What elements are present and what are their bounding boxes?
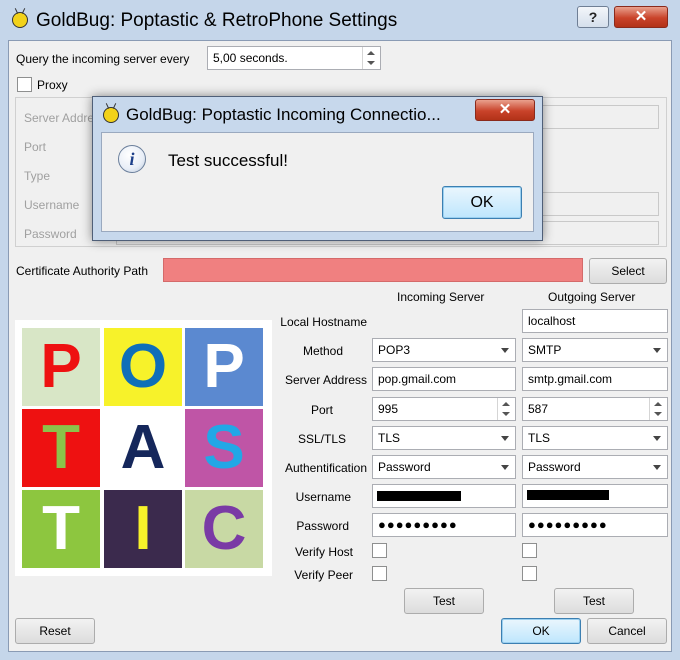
goldbug-app-icon — [103, 107, 119, 123]
test-result-dialog: GoldBug: Poptastic Incoming Connectio...… — [92, 96, 543, 241]
outgoing-verify-host-checkbox[interactable] — [522, 543, 537, 558]
logo-tile-1: P — [22, 328, 100, 406]
incoming-authentication-select[interactable]: Password — [372, 455, 516, 479]
incoming-server-address-field[interactable]: pop.gmail.com — [372, 367, 516, 391]
window-title: GoldBug: Poptastic & RetroPhone Settings — [36, 10, 398, 31]
outgoing-password-field[interactable]: ●●●●●●●●● — [522, 513, 668, 537]
logo-tile-2: O — [104, 328, 182, 406]
spin-down-icon[interactable] — [367, 61, 375, 65]
spin-up-icon[interactable] — [502, 402, 510, 406]
window-close-button[interactable]: ✕ — [614, 6, 668, 28]
incoming-test-button[interactable]: Test — [404, 588, 484, 614]
outgoing-port-value: 587 — [528, 402, 549, 416]
redacted-username — [377, 491, 461, 501]
ca-path-field[interactable] — [163, 258, 583, 282]
incoming-port-spinbox[interactable]: 995 — [372, 397, 516, 421]
proxy-username-label: Username — [24, 198, 80, 212]
cancel-button[interactable]: Cancel — [587, 618, 667, 644]
outgoing-authentication-value: Password — [528, 460, 581, 474]
chevron-down-icon — [653, 436, 661, 441]
chevron-down-icon — [501, 348, 509, 353]
incoming-server-header: Incoming Server — [397, 290, 485, 304]
logo-tile-6: S — [185, 409, 263, 487]
outgoing-port-spin-arrows[interactable] — [649, 398, 667, 420]
outgoing-method-select[interactable]: SMTP — [522, 338, 668, 362]
chevron-down-icon — [501, 465, 509, 470]
dialog-client-area: i Test successful! OK — [101, 132, 534, 232]
logo-tile-7: T — [22, 490, 100, 568]
proxy-port-label: Port — [24, 140, 47, 154]
outgoing-test-button[interactable]: Test — [554, 588, 634, 614]
incoming-username-field[interactable] — [372, 484, 516, 508]
poptastic-logo: POPTASTIC — [15, 320, 272, 576]
title-bar: GoldBug: Poptastic & RetroPhone Settings… — [0, 0, 680, 42]
incoming-method-value: POP3 — [378, 343, 411, 357]
outgoing-server-address-field[interactable]: smtp.gmail.com — [522, 367, 668, 391]
dialog-ok-button[interactable]: OK — [442, 186, 522, 219]
outgoing-username-field[interactable] — [522, 484, 668, 508]
dialog-close-button[interactable]: ✕ — [475, 99, 535, 121]
query-interval-label: Query the incoming server every — [16, 52, 190, 66]
incoming-authentication-value: Password — [378, 460, 431, 474]
outgoing-local-hostname-field[interactable]: localhost — [522, 309, 668, 333]
spin-down-icon[interactable] — [502, 412, 510, 416]
ca-select-button[interactable]: Select — [589, 258, 667, 284]
incoming-port-spin-arrows[interactable] — [497, 398, 515, 420]
logo-tile-3: P — [185, 328, 263, 406]
dialog-title: GoldBug: Poptastic Incoming Connectio... — [126, 105, 441, 124]
ca-path-label: Certificate Authority Path — [16, 264, 149, 278]
ok-button[interactable]: OK — [501, 618, 581, 644]
logo-tile-8: I — [104, 490, 182, 568]
outgoing-port-spinbox[interactable]: 587 — [522, 397, 668, 421]
incoming-port-value: 995 — [378, 402, 399, 416]
incoming-ssl-tls-select[interactable]: TLS — [372, 426, 516, 450]
incoming-method-select[interactable]: POP3 — [372, 338, 516, 362]
spin-down-icon[interactable] — [654, 412, 662, 416]
dialog-message: Test successful! — [168, 151, 288, 170]
proxy-checkbox[interactable] — [17, 77, 32, 92]
logo-tile-9: C — [185, 490, 263, 568]
incoming-ssl-tls-value: TLS — [378, 431, 401, 445]
chevron-down-icon — [501, 436, 509, 441]
logo-tile-5: A — [104, 409, 182, 487]
help-button[interactable]: ? — [577, 6, 609, 28]
proxy-password-label: Password — [24, 227, 77, 241]
logo-tile-4: T — [22, 409, 100, 487]
query-interval-spinbox[interactable]: 5,00 seconds. — [207, 46, 381, 70]
incoming-verify-peer-checkbox[interactable] — [372, 566, 387, 581]
redacted-username — [527, 490, 609, 500]
spin-up-icon[interactable] — [367, 51, 375, 55]
chevron-down-icon — [653, 348, 661, 353]
outgoing-server-header: Outgoing Server — [548, 290, 636, 304]
spin-up-icon[interactable] — [654, 402, 662, 406]
proxy-type-label: Type — [24, 169, 51, 183]
incoming-verify-host-checkbox[interactable] — [372, 543, 387, 558]
outgoing-ssl-tls-select[interactable]: TLS — [522, 426, 668, 450]
chevron-down-icon — [653, 465, 661, 470]
outgoing-method-value: SMTP — [528, 343, 562, 357]
outgoing-ssl-tls-value: TLS — [528, 431, 551, 445]
outgoing-authentication-select[interactable]: Password — [522, 455, 668, 479]
reset-button[interactable]: Reset — [15, 618, 95, 644]
query-interval-spin-arrows[interactable] — [362, 47, 380, 69]
outgoing-verify-peer-checkbox[interactable] — [522, 566, 537, 581]
proxy-label: Proxy — [37, 78, 68, 92]
incoming-password-field[interactable]: ●●●●●●●●● — [372, 513, 516, 537]
goldbug-app-icon — [12, 12, 28, 28]
query-interval-value: 5,00 seconds. — [213, 51, 288, 65]
info-icon: i — [118, 145, 146, 173]
